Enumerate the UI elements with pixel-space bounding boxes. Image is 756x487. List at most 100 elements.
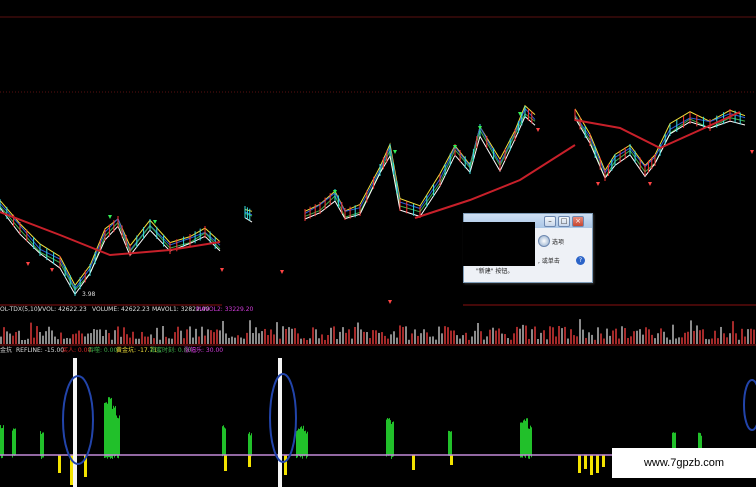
volume-bar <box>297 333 299 344</box>
volume-bar <box>108 333 110 344</box>
volume-bar <box>546 339 548 344</box>
volume-bar <box>258 333 260 344</box>
volume-bar <box>36 326 38 344</box>
volume-bar <box>636 330 638 344</box>
volume-bar <box>591 334 593 344</box>
volume-bar <box>465 332 467 344</box>
indicator-yellow-bar <box>598 455 599 473</box>
volume-bar <box>726 337 728 344</box>
volume-bar <box>78 330 80 344</box>
volume-bar <box>54 336 56 344</box>
volume-bar <box>30 322 32 344</box>
close-button[interactable]: × <box>572 216 584 227</box>
volume-bar <box>513 333 515 344</box>
volume-bar <box>60 332 62 344</box>
indicator-green-bar <box>296 431 297 459</box>
volume-bar <box>432 336 434 344</box>
indicator-green-bar <box>305 430 306 456</box>
indicator-green-bar <box>392 422 393 458</box>
volume-bar <box>558 326 560 344</box>
indicator-green-bar <box>40 431 41 457</box>
volume-bar <box>492 327 494 344</box>
volume-bar <box>72 334 74 344</box>
volume-bar <box>51 330 53 344</box>
volume-bar <box>120 336 122 344</box>
volume-bar <box>285 328 287 344</box>
indicator-item-rise: 涨幅乐: 30.00 <box>184 347 224 354</box>
volume-bar <box>708 339 710 344</box>
indicator-yellow-bar <box>584 455 585 469</box>
indicator-green-bar <box>526 418 527 456</box>
volume-bar <box>684 332 686 344</box>
indicator-green-bar <box>222 426 223 457</box>
indicator-green-bar <box>116 415 117 456</box>
restore-button[interactable]: □ <box>558 216 570 227</box>
volume-bar <box>441 333 443 344</box>
volume-bar <box>405 326 407 344</box>
volume-bar <box>153 338 155 344</box>
volume-bar <box>342 327 344 344</box>
indicator-green-bar <box>115 406 116 457</box>
indicator-yellow-bar <box>590 455 591 475</box>
dialog-text-line2: "新建" 按钮。 <box>476 268 514 275</box>
volume-bar <box>582 329 584 344</box>
indicator-yellow-bar <box>225 455 226 471</box>
volume-bar <box>249 320 251 344</box>
volume-bar <box>219 330 221 344</box>
volume-bar <box>618 338 620 344</box>
volume-bar <box>309 338 311 344</box>
volume-bar <box>270 329 272 344</box>
volume-bar <box>354 326 356 344</box>
indicator-green-bar <box>108 397 109 458</box>
redaction-block <box>463 222 535 266</box>
volume-bar <box>21 339 23 344</box>
volume-bar <box>483 339 485 344</box>
volume-bar <box>129 337 131 344</box>
volume-bar <box>222 320 224 344</box>
options-tab-label[interactable]: 选项 <box>552 237 564 246</box>
ma-long-line <box>574 111 741 150</box>
indicator-yellow-bar <box>586 455 587 469</box>
minimize-button[interactable]: – <box>544 216 556 227</box>
volume-bar <box>531 329 533 344</box>
volume-bar <box>333 326 335 344</box>
volume-bar <box>672 324 674 344</box>
help-icon[interactable]: ? <box>576 256 585 265</box>
indicator-green-bar <box>531 427 532 458</box>
volume-bar <box>168 338 170 344</box>
volume-bar <box>243 338 245 344</box>
signal-arrow <box>648 182 652 186</box>
indicator-yellow-bar <box>451 455 452 465</box>
indicator-green-bar <box>42 432 43 458</box>
watermark: www.7gpzb.com <box>612 448 756 478</box>
volume-bar <box>126 334 128 344</box>
price-line <box>0 207 221 296</box>
volume-bar <box>357 322 359 344</box>
volume-bar <box>642 334 644 344</box>
indicator-yellow-bar <box>248 455 249 467</box>
volume-bar <box>33 337 35 344</box>
volume-bar <box>201 326 203 344</box>
indicator-yellow-bar <box>226 455 227 471</box>
volume-bar <box>138 338 140 344</box>
indicator-item-engulf: 吞噬: 0.00 <box>88 347 118 354</box>
volume-bar <box>207 329 209 344</box>
volume-bar <box>336 339 338 344</box>
volume-bar <box>651 334 653 344</box>
volume-bar <box>519 328 521 344</box>
indicator-green-bar <box>107 403 108 459</box>
volume-bar <box>291 328 293 344</box>
volume-bar <box>366 332 368 344</box>
volume-bar <box>522 324 524 344</box>
volume-bar <box>624 328 626 344</box>
volume-bar <box>744 336 746 344</box>
indicator-green-bar <box>450 431 451 457</box>
volume-bar <box>306 339 308 344</box>
volume-bar <box>714 330 716 344</box>
indicator-yellow-bar <box>285 455 286 475</box>
volume-bar <box>468 339 470 344</box>
volume-bar <box>114 330 116 344</box>
volume-bar <box>594 339 596 344</box>
volume-bar <box>660 328 662 344</box>
indicator-green-bar <box>113 405 114 456</box>
